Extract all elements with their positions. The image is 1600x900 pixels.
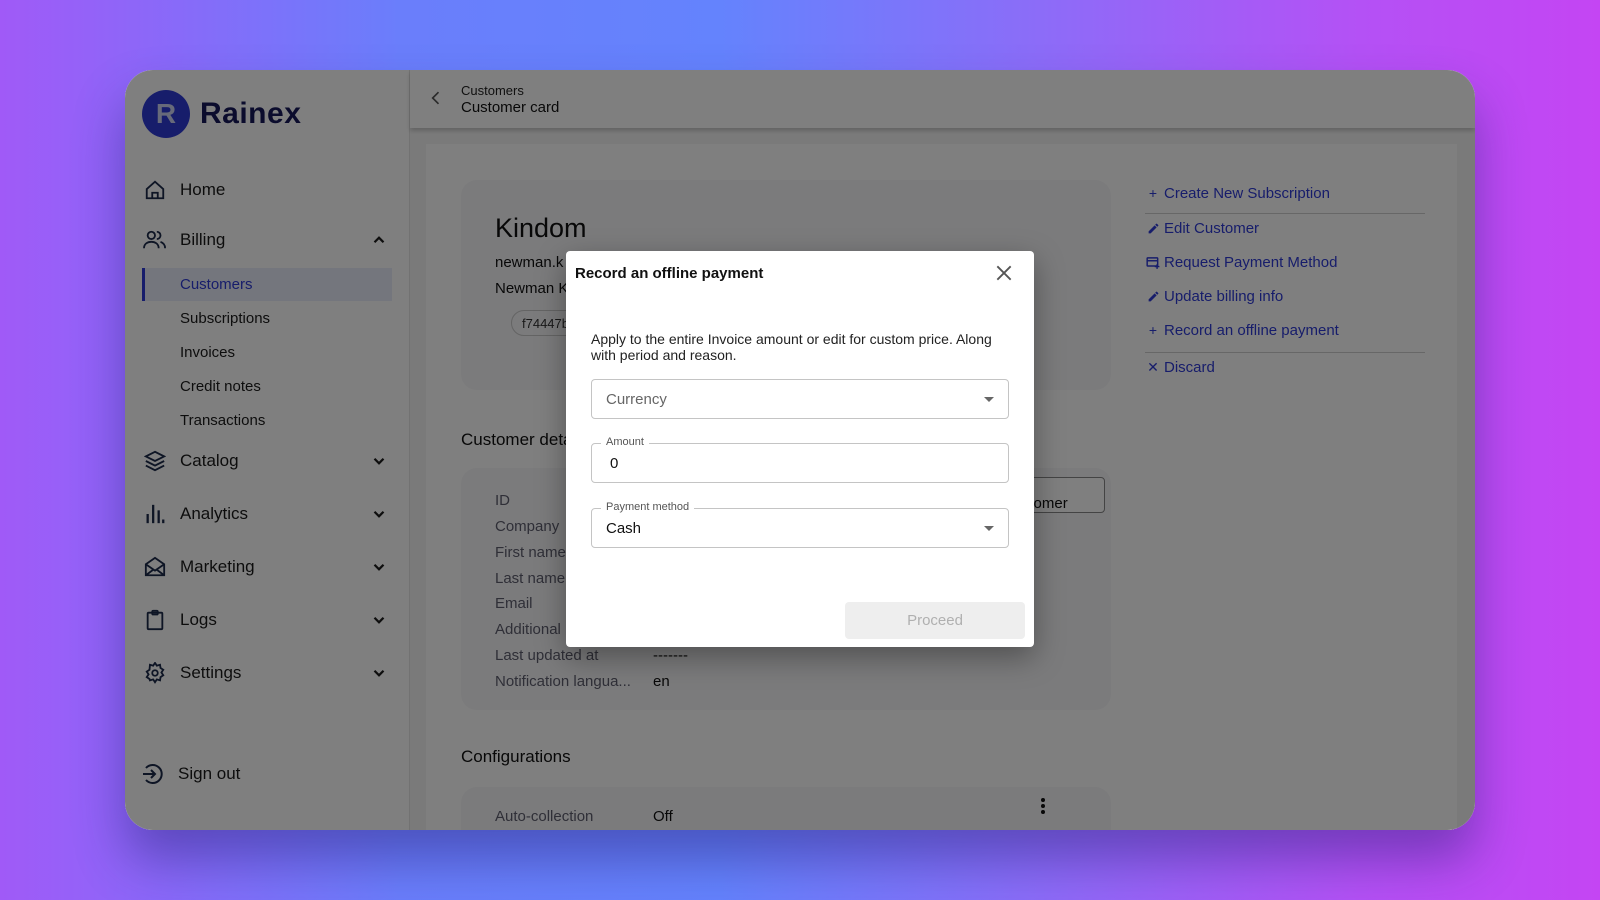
payment-method-label: Payment method: [601, 501, 695, 513]
dialog-title: Record an offline payment: [575, 265, 764, 282]
payment-method-select[interactable]: Payment method Cash: [591, 501, 1009, 548]
amount-input[interactable]: Amount 0: [591, 436, 1009, 483]
record-offline-payment-dialog: Record an offline payment Apply to the e…: [566, 251, 1034, 647]
amount-value: 0: [610, 455, 619, 472]
close-icon[interactable]: [994, 263, 1014, 283]
currency-select[interactable]: Currency: [591, 379, 1009, 419]
caret-down-icon: [984, 397, 994, 402]
currency-placeholder: Currency: [606, 391, 667, 408]
caret-down-icon: [984, 526, 994, 531]
amount-label: Amount: [601, 436, 649, 448]
dialog-description: Apply to the entire Invoice amount or ed…: [591, 331, 992, 363]
proceed-button[interactable]: Proceed: [845, 602, 1025, 639]
payment-method-value: Cash: [606, 520, 642, 537]
